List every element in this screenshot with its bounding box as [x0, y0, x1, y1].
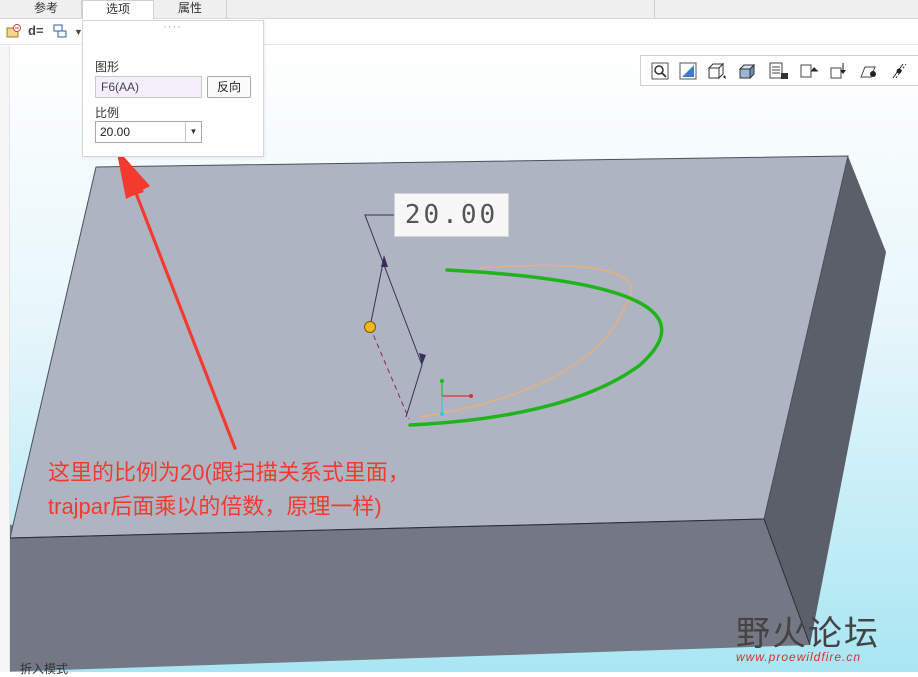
scale-select-value: 20.00: [100, 125, 131, 139]
watermark-url: www.proewildfire.cn: [736, 650, 862, 664]
scale-dimension-label[interactable]: 20.00: [394, 193, 509, 237]
tab-divider: [226, 0, 227, 18]
spin-center-icon[interactable]: [859, 62, 877, 80]
open-sketch-icon[interactable]: [6, 23, 22, 42]
left-edge-strip: [0, 45, 10, 672]
block-front-face-left: [10, 519, 810, 672]
drag-handle[interactable]: [364, 321, 376, 333]
scale-label: 比例: [95, 106, 120, 120]
status-text: 折入模式: [20, 662, 69, 676]
tab-divider: [81, 0, 82, 18]
zoom-icon[interactable]: [651, 62, 669, 80]
shape-field[interactable]: F6(AA): [95, 76, 202, 98]
watermark-logo: 野火论坛: [736, 614, 880, 654]
chevron-down-icon[interactable]: ▼: [185, 122, 201, 142]
shape-label: 图形: [95, 60, 120, 74]
axis-x-tip: [469, 394, 473, 398]
refit-icon[interactable]: [679, 62, 697, 80]
view-toolbar: [640, 55, 918, 86]
saved-orientations-icon[interactable]: [707, 62, 726, 80]
section-icon[interactable]: [889, 62, 907, 80]
tab-references[interactable]: 参考: [12, 0, 80, 18]
layers-icon[interactable]: [767, 62, 788, 80]
flip-button[interactable]: 反向: [207, 76, 251, 98]
tab-divider: [654, 0, 655, 18]
annotation-text: 这里的比例为20(跟扫描关系式里面， trajpar后面乘以的倍数，原理一样): [48, 460, 410, 519]
scale-select[interactable]: 20.00 ▼: [95, 121, 202, 143]
axis-z-tip: [440, 412, 444, 416]
options-panel: ···· 图形 F6(AA) 反向 比例 20.00 ▼: [82, 20, 264, 157]
axis-y-tip: [439, 378, 445, 384]
annotation-display-icon[interactable]: [829, 62, 847, 80]
panel-grip[interactable]: ····: [163, 21, 182, 33]
display-style-icon[interactable]: [737, 62, 756, 80]
tab-options[interactable]: 选项: [82, 0, 154, 19]
dimension-toggle[interactable]: d=: [28, 23, 44, 38]
tab-properties[interactable]: 属性: [155, 0, 225, 18]
datum-display-icon[interactable]: [799, 62, 818, 80]
dashboard-tab-bar: 参考 选项 属性: [0, 0, 918, 19]
layout-icon[interactable]: [52, 23, 68, 42]
